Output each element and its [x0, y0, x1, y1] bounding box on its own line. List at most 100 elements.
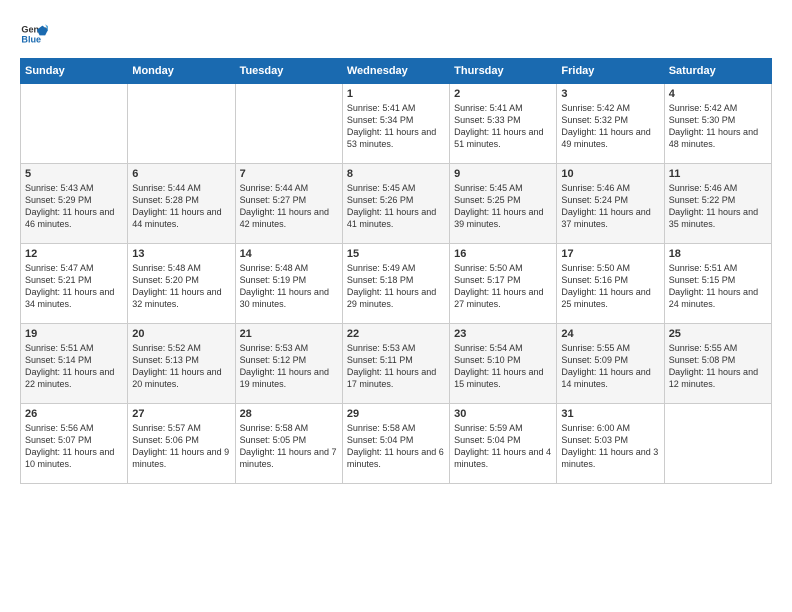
- day-info: Sunrise: 6:00 AM Sunset: 5:03 PM Dayligh…: [561, 422, 659, 471]
- calendar-cell: 28 Sunrise: 5:58 AM Sunset: 5:05 PM Dayli…: [235, 404, 342, 484]
- day-number: 22: [347, 328, 445, 340]
- day-info: Sunrise: 5:55 AM Sunset: 5:08 PM Dayligh…: [669, 342, 767, 391]
- day-info: Sunrise: 5:58 AM Sunset: 5:05 PM Dayligh…: [240, 422, 338, 471]
- day-number: 16: [454, 248, 552, 260]
- day-info: Sunrise: 5:46 AM Sunset: 5:22 PM Dayligh…: [669, 182, 767, 231]
- calendar-cell: 29 Sunrise: 5:58 AM Sunset: 5:04 PM Dayli…: [342, 404, 449, 484]
- calendar-cell: [664, 404, 771, 484]
- calendar-week-row: 26 Sunrise: 5:56 AM Sunset: 5:07 PM Dayli…: [21, 404, 772, 484]
- day-number: 25: [669, 328, 767, 340]
- calendar-cell: 2 Sunrise: 5:41 AM Sunset: 5:33 PM Daylig…: [450, 84, 557, 164]
- day-number: 28: [240, 408, 338, 420]
- day-info: Sunrise: 5:58 AM Sunset: 5:04 PM Dayligh…: [347, 422, 445, 471]
- day-number: 30: [454, 408, 552, 420]
- svg-text:Blue: Blue: [21, 34, 41, 44]
- day-number: 17: [561, 248, 659, 260]
- day-info: Sunrise: 5:51 AM Sunset: 5:14 PM Dayligh…: [25, 342, 123, 391]
- day-number: 14: [240, 248, 338, 260]
- day-number: 27: [132, 408, 230, 420]
- calendar-cell: 14 Sunrise: 5:48 AM Sunset: 5:19 PM Dayli…: [235, 244, 342, 324]
- day-number: 10: [561, 168, 659, 180]
- day-number: 4: [669, 88, 767, 100]
- day-number: 1: [347, 88, 445, 100]
- day-number: 26: [25, 408, 123, 420]
- day-number: 19: [25, 328, 123, 340]
- day-number: 15: [347, 248, 445, 260]
- calendar-week-row: 19 Sunrise: 5:51 AM Sunset: 5:14 PM Dayli…: [21, 324, 772, 404]
- calendar-cell: 24 Sunrise: 5:55 AM Sunset: 5:09 PM Dayli…: [557, 324, 664, 404]
- calendar-cell: 10 Sunrise: 5:46 AM Sunset: 5:24 PM Dayli…: [557, 164, 664, 244]
- calendar-cell: 19 Sunrise: 5:51 AM Sunset: 5:14 PM Dayli…: [21, 324, 128, 404]
- day-info: Sunrise: 5:44 AM Sunset: 5:28 PM Dayligh…: [132, 182, 230, 231]
- day-number: 29: [347, 408, 445, 420]
- calendar-cell: [235, 84, 342, 164]
- logo: General Blue: [20, 20, 48, 48]
- day-number: 2: [454, 88, 552, 100]
- calendar-cell: 21Sunrise: 5:53 AM Sunset: 5:12 PM Dayli…: [235, 324, 342, 404]
- calendar-cell: [21, 84, 128, 164]
- weekday-header: Sunday: [21, 59, 128, 84]
- page-header: General Blue: [20, 20, 772, 48]
- day-info: Sunrise: 5:41 AM Sunset: 5:34 PM Dayligh…: [347, 102, 445, 151]
- day-number: 12: [25, 248, 123, 260]
- day-info: Sunrise: 5:49 AM Sunset: 5:18 PM Dayligh…: [347, 262, 445, 311]
- calendar-week-row: 12 Sunrise: 5:47 AM Sunset: 5:21 PM Dayli…: [21, 244, 772, 324]
- calendar-cell: 27 Sunrise: 5:57 AM Sunset: 5:06 PM Dayli…: [128, 404, 235, 484]
- calendar-cell: 16 Sunrise: 5:50 AM Sunset: 5:17 PM Dayli…: [450, 244, 557, 324]
- day-number: 21: [240, 328, 338, 340]
- day-info: Sunrise: 5:54 AM Sunset: 5:10 PM Dayligh…: [454, 342, 552, 391]
- calendar-cell: 18Sunrise: 5:51 AM Sunset: 5:15 PM Dayli…: [664, 244, 771, 324]
- day-number: 11: [669, 168, 767, 180]
- day-info: Sunrise: 5:47 AM Sunset: 5:21 PM Dayligh…: [25, 262, 123, 311]
- calendar-cell: 13Sunrise: 5:48 AM Sunset: 5:20 PM Dayli…: [128, 244, 235, 324]
- day-number: 8: [347, 168, 445, 180]
- weekday-header: Wednesday: [342, 59, 449, 84]
- calendar-cell: 12 Sunrise: 5:47 AM Sunset: 5:21 PM Dayli…: [21, 244, 128, 324]
- day-number: 13: [132, 248, 230, 260]
- day-number: 5: [25, 168, 123, 180]
- day-number: 20: [132, 328, 230, 340]
- day-info: Sunrise: 5:57 AM Sunset: 5:06 PM Dayligh…: [132, 422, 230, 471]
- day-info: Sunrise: 5:45 AM Sunset: 5:26 PM Dayligh…: [347, 182, 445, 231]
- weekday-header: Saturday: [664, 59, 771, 84]
- calendar-cell: 23Sunrise: 5:54 AM Sunset: 5:10 PM Dayli…: [450, 324, 557, 404]
- calendar-cell: [128, 84, 235, 164]
- calendar-week-row: 1 Sunrise: 5:41 AM Sunset: 5:34 PM Daylig…: [21, 84, 772, 164]
- day-info: Sunrise: 5:50 AM Sunset: 5:16 PM Dayligh…: [561, 262, 659, 311]
- weekday-header: Thursday: [450, 59, 557, 84]
- day-number: 9: [454, 168, 552, 180]
- day-number: 3: [561, 88, 659, 100]
- calendar-table: SundayMondayTuesdayWednesdayThursdayFrid…: [20, 58, 772, 484]
- day-info: Sunrise: 5:55 AM Sunset: 5:09 PM Dayligh…: [561, 342, 659, 391]
- day-info: Sunrise: 5:53 AM Sunset: 5:11 PM Dayligh…: [347, 342, 445, 391]
- logo-icon: General Blue: [20, 20, 48, 48]
- day-info: Sunrise: 5:48 AM Sunset: 5:19 PM Dayligh…: [240, 262, 338, 311]
- calendar-cell: 20 Sunrise: 5:52 AM Sunset: 5:13 PM Dayli…: [128, 324, 235, 404]
- day-info: Sunrise: 5:50 AM Sunset: 5:17 PM Dayligh…: [454, 262, 552, 311]
- calendar-cell: 7Sunrise: 5:44 AM Sunset: 5:27 PM Daylig…: [235, 164, 342, 244]
- calendar-cell: 6 Sunrise: 5:44 AM Sunset: 5:28 PM Daylig…: [128, 164, 235, 244]
- calendar-cell: 22 Sunrise: 5:53 AM Sunset: 5:11 PM Dayli…: [342, 324, 449, 404]
- day-info: Sunrise: 5:56 AM Sunset: 5:07 PM Dayligh…: [25, 422, 123, 471]
- day-number: 18: [669, 248, 767, 260]
- calendar-cell: 1 Sunrise: 5:41 AM Sunset: 5:34 PM Daylig…: [342, 84, 449, 164]
- day-number: 6: [132, 168, 230, 180]
- weekday-header: Friday: [557, 59, 664, 84]
- calendar-cell: 11 Sunrise: 5:46 AM Sunset: 5:22 PM Dayli…: [664, 164, 771, 244]
- calendar-header-row: SundayMondayTuesdayWednesdayThursdayFrid…: [21, 59, 772, 84]
- weekday-header: Tuesday: [235, 59, 342, 84]
- day-info: Sunrise: 5:52 AM Sunset: 5:13 PM Dayligh…: [132, 342, 230, 391]
- day-info: Sunrise: 5:41 AM Sunset: 5:33 PM Dayligh…: [454, 102, 552, 151]
- weekday-header: Monday: [128, 59, 235, 84]
- day-info: Sunrise: 5:46 AM Sunset: 5:24 PM Dayligh…: [561, 182, 659, 231]
- calendar-cell: 25 Sunrise: 5:55 AM Sunset: 5:08 PM Dayli…: [664, 324, 771, 404]
- calendar-cell: 8 Sunrise: 5:45 AM Sunset: 5:26 PM Daylig…: [342, 164, 449, 244]
- day-info: Sunrise: 5:45 AM Sunset: 5:25 PM Dayligh…: [454, 182, 552, 231]
- day-number: 7: [240, 168, 338, 180]
- calendar-cell: 9 Sunrise: 5:45 AM Sunset: 5:25 PM Daylig…: [450, 164, 557, 244]
- calendar-cell: 3Sunrise: 5:42 AM Sunset: 5:32 PM Daylig…: [557, 84, 664, 164]
- calendar-week-row: 5Sunrise: 5:43 AM Sunset: 5:29 PM Daylig…: [21, 164, 772, 244]
- day-number: 24: [561, 328, 659, 340]
- calendar-cell: 31Sunrise: 6:00 AM Sunset: 5:03 PM Dayli…: [557, 404, 664, 484]
- calendar-cell: 4Sunrise: 5:42 AM Sunset: 5:30 PM Daylig…: [664, 84, 771, 164]
